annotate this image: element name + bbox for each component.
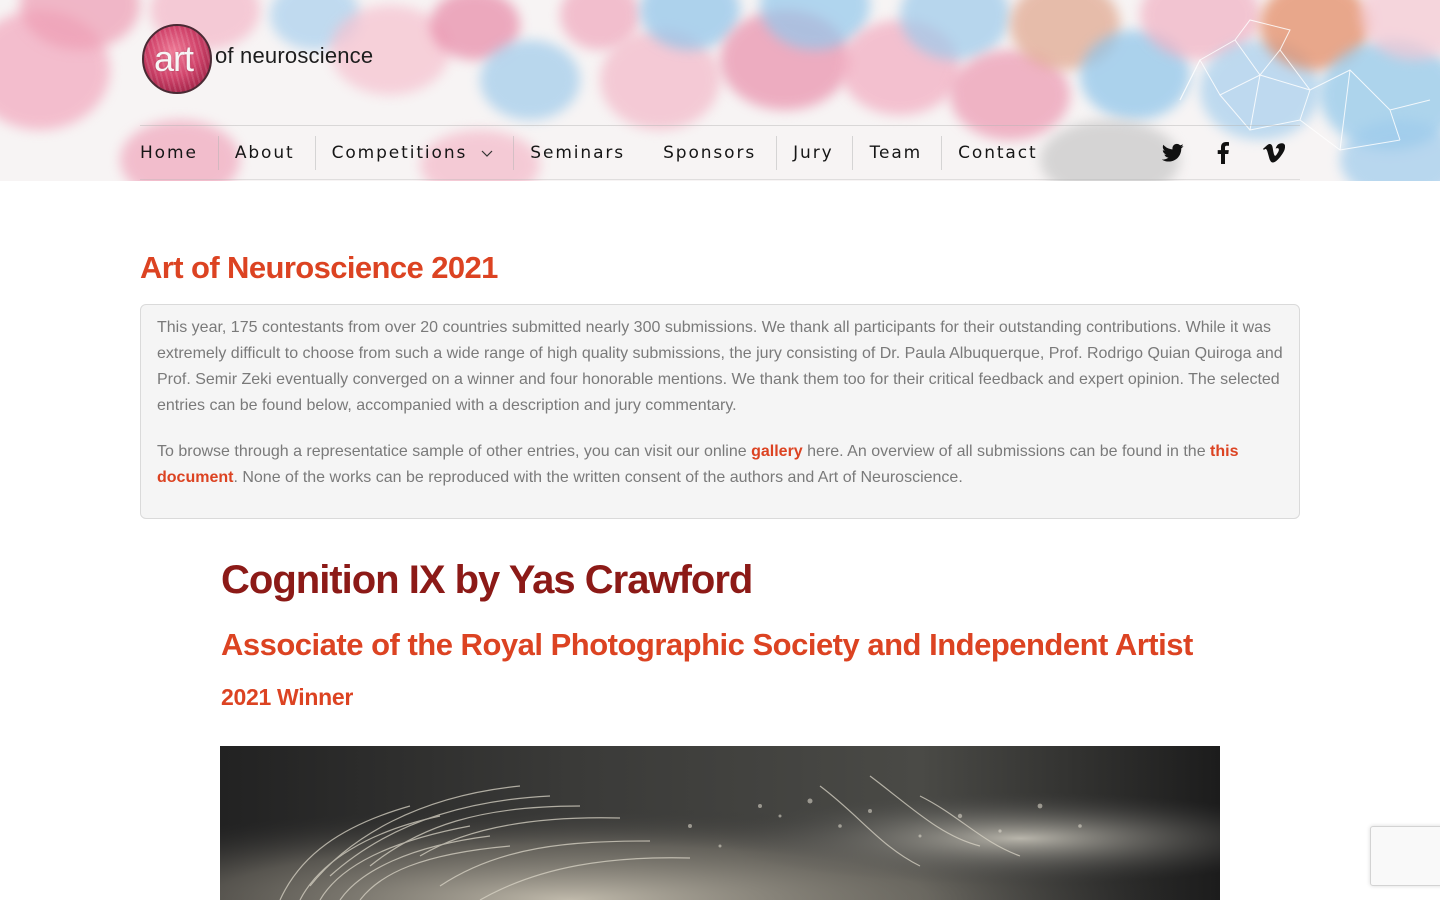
intro-text-segment: . None of the works can be reproduced wi… <box>233 469 963 486</box>
nav-item-competitions-label: Competitions <box>331 142 468 163</box>
main-nav: Home About Competitions Seminars Sponsor… <box>140 126 1038 179</box>
facebook-link[interactable] <box>1210 140 1236 166</box>
vimeo-link[interactable] <box>1261 140 1287 166</box>
recaptcha-badge[interactable] <box>1370 826 1440 886</box>
nav-item-competitions[interactable]: Competitions <box>316 126 514 179</box>
facebook-icon <box>1217 142 1229 164</box>
intro-paragraph-2: To browse through a representatice sampl… <box>157 439 1283 491</box>
twitter-icon <box>1162 143 1184 162</box>
site-header: art of neuroscience Home About Competiti… <box>0 0 1440 181</box>
page-title: Art of Neuroscience 2021 <box>140 250 498 285</box>
intro-text-segment: To browse through a representatice sampl… <box>157 443 752 460</box>
nav-item-team[interactable]: Team <box>853 126 942 179</box>
nav-item-contact[interactable]: Contact <box>942 126 1037 179</box>
logo-wordmark: of neuroscience <box>215 43 374 68</box>
entry-title: Cognition IX by Yas Crawford <box>221 558 753 602</box>
site-logo[interactable]: art of neuroscience <box>142 24 373 94</box>
intro-paragraph-1: This year, 175 contestants from over 20 … <box>157 319 1283 414</box>
nav-item-seminars[interactable]: Seminars <box>514 126 663 179</box>
nav-item-about[interactable]: About <box>219 126 315 179</box>
entry-award: 2021 Winner <box>221 684 353 710</box>
chevron-down-icon <box>481 150 493 157</box>
entry-subtitle: Associate of the Royal Photographic Soci… <box>221 627 1193 662</box>
gallery-link[interactable]: gallery <box>751 443 803 460</box>
nav-divider-bottom <box>140 179 1300 180</box>
nav-item-sponsors[interactable]: Sponsors <box>663 126 776 179</box>
intro-panel: This year, 175 contestants from over 20 … <box>140 304 1300 519</box>
artwork-image <box>220 746 1220 900</box>
vimeo-icon <box>1263 143 1285 163</box>
logo-art-text: art <box>154 38 194 79</box>
intro-text-segment: here. An overview of all submissions can… <box>802 443 1211 460</box>
nav-item-jury[interactable]: Jury <box>777 126 851 179</box>
twitter-link[interactable] <box>1160 140 1186 166</box>
artwork-image-graphic <box>220 746 1220 900</box>
logo-emblem: art <box>142 24 212 94</box>
nav-item-home[interactable]: Home <box>140 126 218 179</box>
